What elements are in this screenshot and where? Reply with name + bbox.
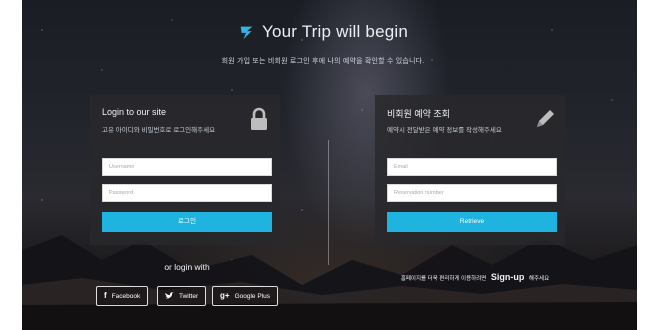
google-plus-label: Google Plus — [234, 292, 270, 300]
signup-prompt: 홈페이지를 더욱 편리하게 이용하려면 Sign-up 해주세요 — [370, 272, 580, 282]
guest-panel-title: 비회원 예약 조회 — [387, 109, 450, 119]
header-subtitle: 회원 가입 또는 비회원 로그인 후에 나의 예약을 확인할 수 있습니다. — [221, 58, 425, 65]
reservation-number-input[interactable]: Reservation number — [387, 184, 557, 202]
facebook-label: Facebook — [111, 292, 141, 300]
username-input[interactable]: Username — [102, 158, 272, 176]
retrieve-button[interactable]: Retrieve — [387, 212, 557, 232]
password-input[interactable]: Password — [102, 184, 272, 202]
trip-logo-icon — [240, 26, 253, 40]
facebook-button[interactable]: f Facebook — [96, 286, 149, 306]
signup-suffix: 해주세요 — [528, 276, 550, 282]
login-panel-description: 고유 아이디와 비밀번호로 로그인해주세요 — [102, 127, 216, 134]
login-panel-title: Login to our site — [102, 107, 167, 117]
twitter-icon — [165, 292, 174, 299]
twitter-button[interactable]: Twitter — [157, 286, 207, 306]
signup-prefix: 홈페이지를 더욱 편리하게 이용하려면 — [400, 276, 487, 282]
guest-reservation-panel: 비회원 예약 조회 예약시 전달받은 예약 정보를 작성해주세요 Email R… — [375, 95, 565, 245]
social-login-heading: or login with — [164, 262, 210, 272]
brand: Your Trip will begin — [238, 22, 408, 42]
facebook-icon: f — [104, 291, 107, 300]
twitter-label: Twitter — [179, 292, 199, 300]
page-header: Your Trip will begin 회원 가입 또는 비회원 로그인 후에… — [0, 22, 646, 66]
vertical-divider — [328, 140, 329, 265]
email-input[interactable]: Email — [387, 158, 557, 176]
google-plus-icon: g+ — [220, 291, 230, 300]
google-plus-button[interactable]: g+ Google Plus — [212, 286, 278, 306]
pencil-icon — [537, 110, 554, 127]
guest-panel-description: 예약시 전달받은 예약 정보를 작성해주세요 — [387, 127, 502, 134]
brand-title: Your Trip will begin — [261, 22, 409, 41]
login-panel: Login to our site 고유 아이디와 비밀번호로 로그인해주세요 … — [90, 95, 280, 245]
signup-link[interactable]: Sign-up — [491, 272, 525, 282]
login-button[interactable]: 로그인 — [102, 212, 272, 232]
lock-icon — [251, 107, 267, 130]
